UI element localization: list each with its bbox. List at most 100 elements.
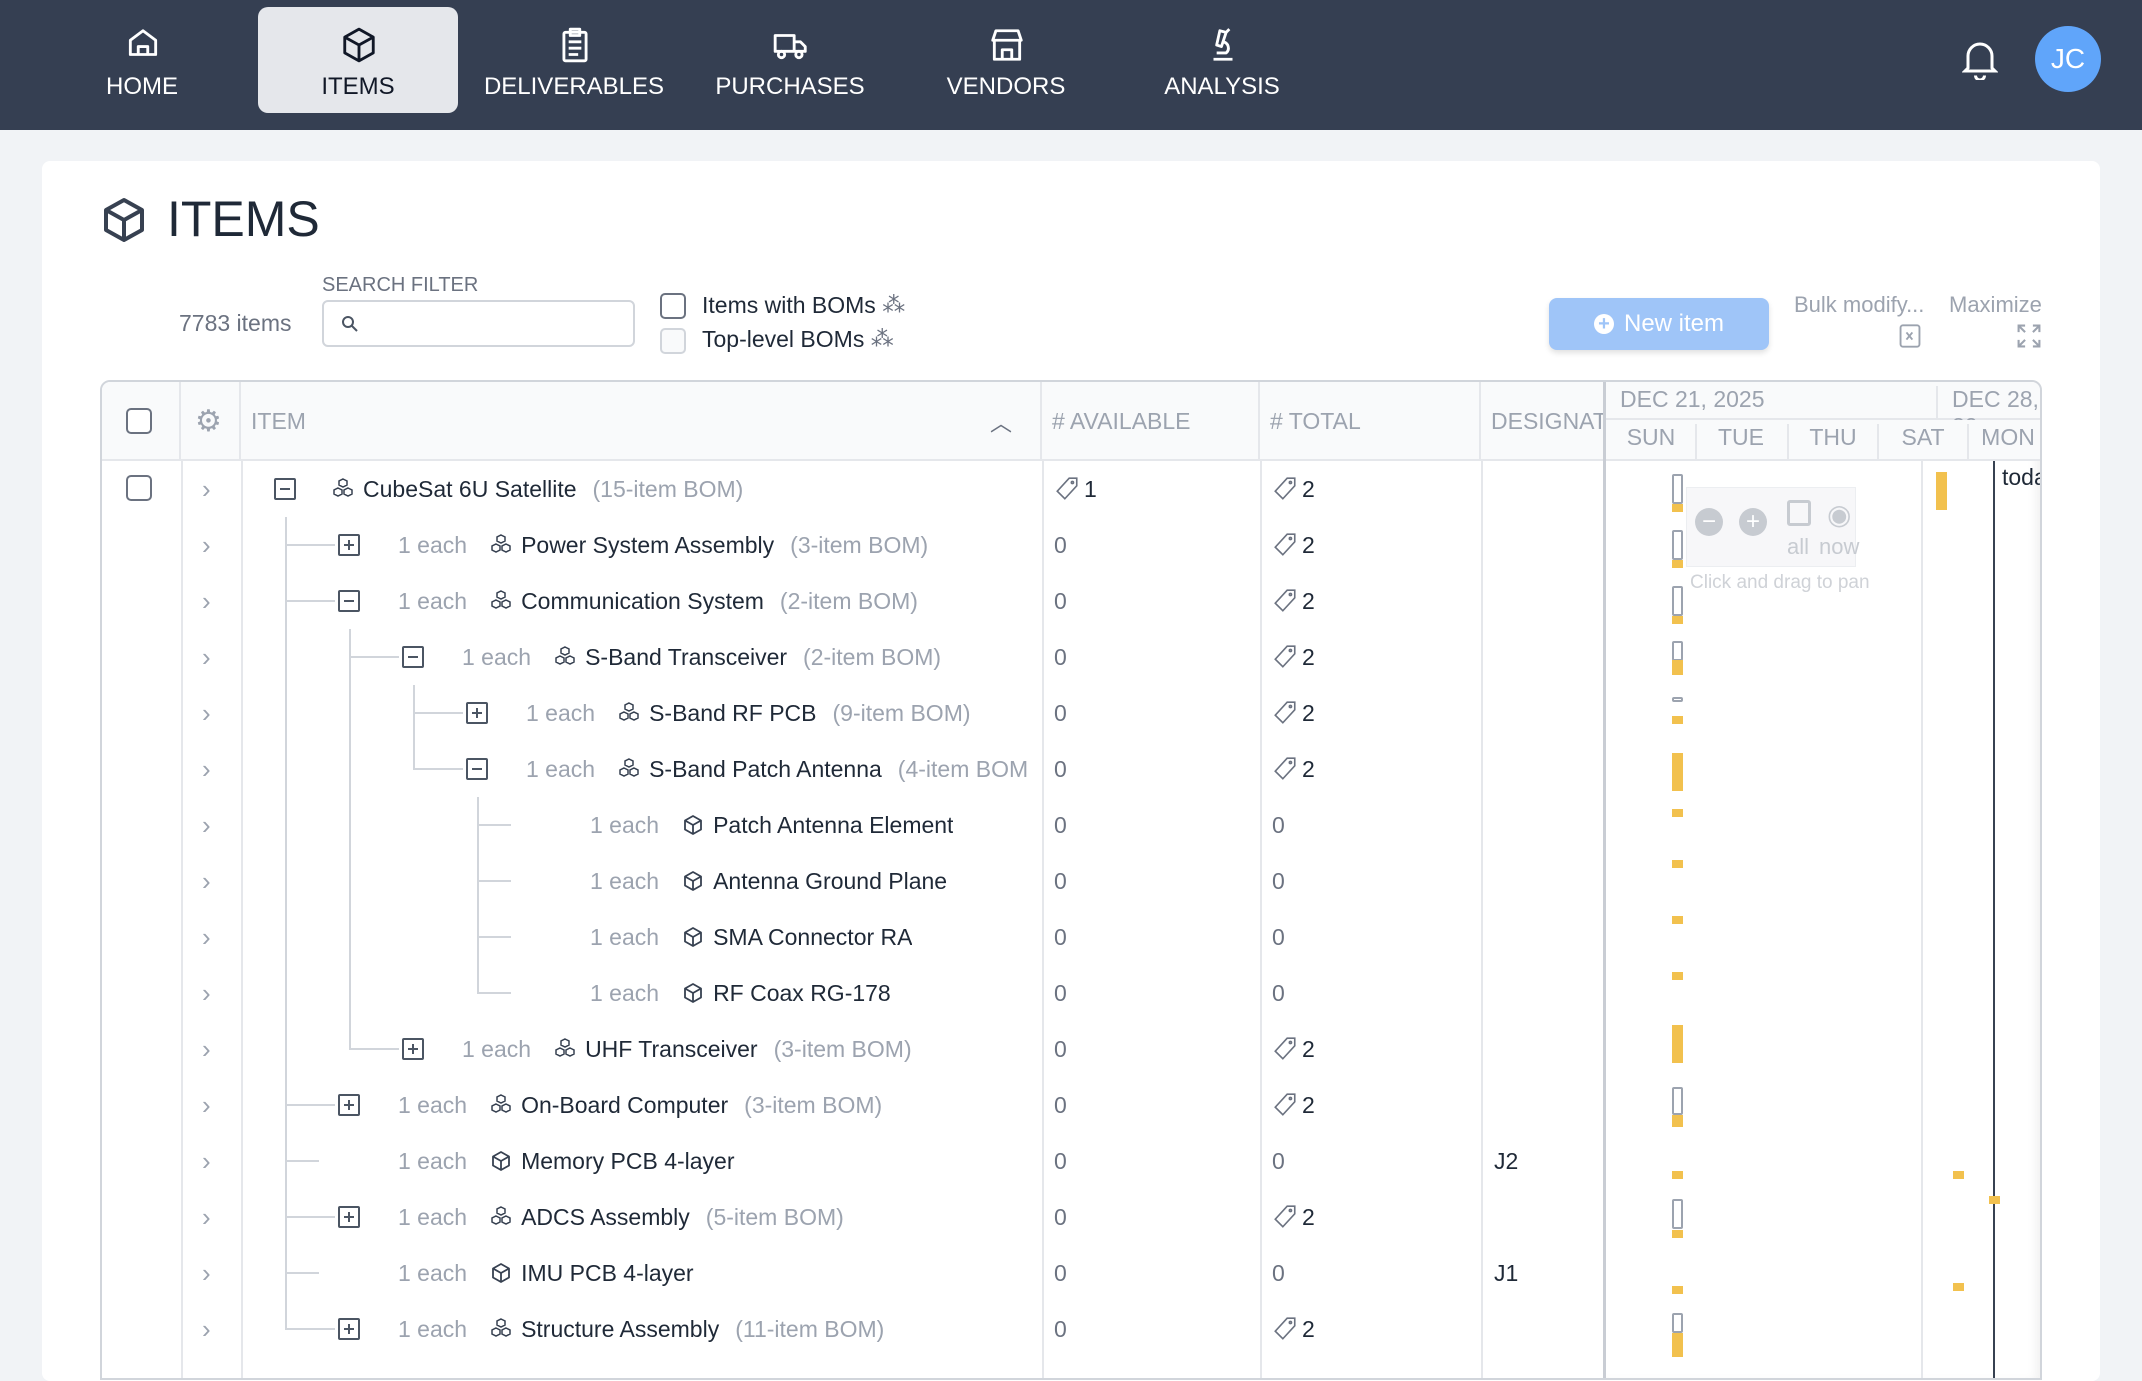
tab-items[interactable]: ITEMS [258,7,458,113]
table-row[interactable]: ›CubeSat 6U Satellite(15-item BOM)12 [102,461,1603,517]
row-expand-chevron-icon[interactable]: › [202,853,211,909]
top-level-boms-label[interactable]: Top-level BOMs ⁂ [702,326,894,353]
items-with-boms-checkbox[interactable] [660,293,686,319]
table-row[interactable]: ›1 eachOn-Board Computer(3-item BOM)02 [102,1077,1603,1133]
item-name[interactable]: S-Band Patch Antenna [649,756,882,783]
expand-toggle[interactable] [338,534,360,556]
timeline-panel[interactable]: DEC 21, 2025 DEC 28, 20 SUNTUETHUSATMON … [1603,382,2042,1380]
item-name[interactable]: S-Band RF PCB [649,700,816,727]
table-row[interactable]: ›1 eachS-Band RF PCB(9-item BOM)02 [102,685,1603,741]
new-item-button[interactable]: +New item [1549,298,1769,350]
column-header-item[interactable]: ITEM︿ [241,382,1042,461]
timeline-bar[interactable] [1672,860,1683,868]
table-row[interactable]: ›1 eachCommunication System(2-item BOM)0… [102,573,1603,629]
zoom-in-icon[interactable]: + [1739,508,1767,536]
timeline-bar[interactable] [1672,1171,1683,1179]
expand-toggle[interactable] [338,1206,360,1228]
timeline-bar[interactable] [1672,504,1683,512]
item-name[interactable]: CubeSat 6U Satellite [363,476,577,503]
timeline-bar[interactable] [1672,1333,1683,1357]
timeline-bar[interactable] [1672,1286,1683,1294]
item-name[interactable]: UHF Transceiver [585,1036,758,1063]
collapse-toggle[interactable] [402,646,424,668]
table-row[interactable]: ›1 eachAntenna Ground Plane00 [102,853,1603,909]
row-expand-chevron-icon[interactable]: › [202,517,211,573]
search-input[interactable] [322,300,635,347]
zoom-all-button[interactable]: all [1787,534,1809,560]
row-checkbox[interactable] [126,475,152,501]
eye-icon[interactable]: ◉ [1827,498,1851,531]
timeline-bar[interactable] [1672,753,1683,791]
tab-vendors[interactable]: VENDORS [906,7,1106,113]
maximize-button[interactable]: Maximize [1949,292,2042,318]
table-row[interactable]: ›1 eachStructure Assembly(11-item BOM)02 [102,1301,1603,1357]
timeline-bar[interactable] [1672,1313,1683,1333]
expand-toggle[interactable] [338,1094,360,1116]
item-name[interactable]: Patch Antenna Element [713,812,953,839]
row-expand-chevron-icon[interactable]: › [202,797,211,853]
timeline-bar[interactable] [1672,697,1683,702]
top-level-boms-checkbox[interactable] [660,328,686,354]
item-name[interactable]: Antenna Ground Plane [713,868,947,895]
timeline-bar[interactable] [1672,1087,1683,1115]
fit-all-icon[interactable] [1787,500,1811,526]
gear-icon[interactable]: ⚙ [195,404,222,439]
row-expand-chevron-icon[interactable]: › [202,1021,211,1077]
row-expand-chevron-icon[interactable]: › [202,1189,211,1245]
item-name[interactable]: Memory PCB 4-layer [521,1148,734,1175]
table-row[interactable]: ›1 eachIMU PCB 4-layer00J1 [102,1245,1603,1301]
avatar[interactable]: JC [2035,26,2101,92]
bell-icon[interactable] [1962,38,1998,80]
timeline-bar[interactable] [1953,1171,1964,1179]
timeline-bar[interactable] [1672,809,1683,817]
table-row[interactable]: ›1 eachPatch Antenna Element00 [102,797,1603,853]
item-name[interactable]: ADCS Assembly [521,1204,690,1231]
timeline-bar[interactable] [1672,1115,1683,1127]
row-expand-chevron-icon[interactable]: › [202,965,211,1021]
timeline-bar[interactable] [1672,1025,1683,1063]
timeline-bar[interactable] [1672,972,1683,980]
expand-toggle[interactable] [402,1038,424,1060]
timeline-bar[interactable] [1672,616,1683,624]
row-expand-chevron-icon[interactable]: › [202,1133,211,1189]
timeline-bar[interactable] [1672,916,1683,924]
tab-analysis[interactable]: ANALYSIS [1122,7,1322,113]
column-header-designator[interactable]: DESIGNAT [1481,382,1603,461]
item-name[interactable]: IMU PCB 4-layer [521,1260,694,1287]
table-row[interactable]: ›1 eachS-Band Patch Antenna(4-item BOM02 [102,741,1603,797]
timeline-bar[interactable] [1989,1196,2000,1204]
table-row[interactable]: ›1 eachRF Coax RG-17800 [102,965,1603,1021]
timeline-bar[interactable] [1672,586,1683,616]
item-name[interactable]: RF Coax RG-178 [713,980,891,1007]
item-name[interactable]: Communication System [521,588,764,615]
timeline-bar[interactable] [1672,660,1683,675]
timeline-bar[interactable] [1672,530,1683,560]
item-name[interactable]: S-Band Transceiver [585,644,787,671]
tab-home[interactable]: HOME [42,7,242,113]
collapse-toggle[interactable] [338,590,360,612]
column-settings[interactable]: ⚙ [181,382,241,461]
table-row[interactable]: ›1 eachADCS Assembly(5-item BOM)02 [102,1189,1603,1245]
collapse-toggle[interactable] [466,758,488,780]
select-all-checkbox[interactable] [126,408,152,434]
table-row[interactable]: ›1 eachUHF Transceiver(3-item BOM)02 [102,1021,1603,1077]
column-header-total[interactable]: # TOTAL [1260,382,1481,461]
zoom-out-icon[interactable]: − [1695,508,1723,536]
bulk-modify-button[interactable]: Bulk modify... [1794,292,1924,318]
row-expand-chevron-icon[interactable]: › [202,909,211,965]
row-expand-chevron-icon[interactable]: › [202,629,211,685]
expand-toggle[interactable] [338,1318,360,1340]
item-name[interactable]: On-Board Computer [521,1092,728,1119]
item-name[interactable]: Structure Assembly [521,1316,719,1343]
excel-icon[interactable] [1898,323,1922,349]
item-name[interactable]: SMA Connector RA [713,924,912,951]
tab-purchases[interactable]: PURCHASES [690,7,890,113]
items-with-boms-label[interactable]: Items with BOMs ⁂ [702,292,905,319]
sort-ascending-icon[interactable]: ︿ [990,406,1012,438]
timeline-bar[interactable] [1672,716,1683,724]
row-expand-chevron-icon[interactable]: › [202,573,211,629]
row-expand-chevron-icon[interactable]: › [202,1245,211,1301]
row-expand-chevron-icon[interactable]: › [202,685,211,741]
row-expand-chevron-icon[interactable]: › [202,741,211,797]
zoom-now-button[interactable]: now [1819,534,1859,560]
